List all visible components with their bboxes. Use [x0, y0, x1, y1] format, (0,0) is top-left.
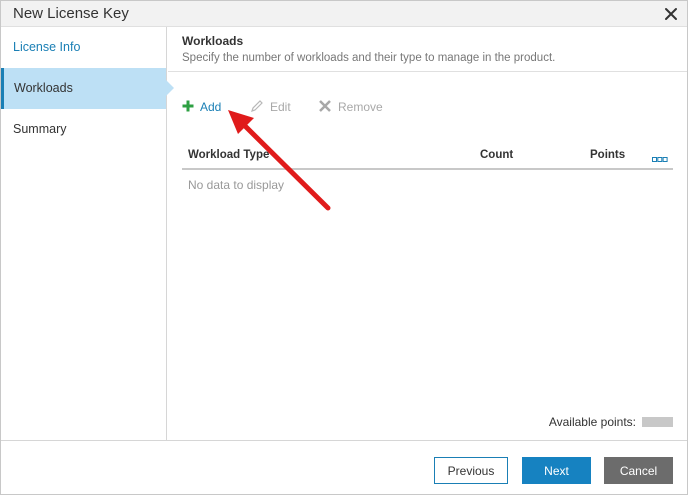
panel-header: Workloads Specify the number of workload… — [168, 27, 687, 72]
cancel-button[interactable]: Cancel — [604, 457, 673, 484]
column-points[interactable]: Points — [590, 149, 625, 161]
wizard-sidebar: License Info Workloads Summary — [1, 27, 174, 440]
column-workload-type[interactable]: Workload Type — [188, 149, 269, 161]
previous-button[interactable]: Previous — [434, 457, 508, 484]
sidebar-item-workloads[interactable]: Workloads — [1, 68, 174, 109]
sidebar-item-summary[interactable]: Summary — [1, 109, 166, 150]
edit-button[interactable]: Edit — [250, 97, 291, 117]
remove-label: Remove — [338, 100, 383, 114]
new-license-key-dialog: New License Key License Info Workloads S… — [0, 0, 688, 495]
x-icon — [318, 99, 332, 116]
redacted-value — [642, 417, 673, 427]
add-button[interactable]: Add — [182, 97, 221, 117]
column-chooser-icon[interactable] — [652, 151, 668, 162]
dialog-titlebar: New License Key — [1, 1, 687, 27]
sidebar-item-label: License Info — [13, 40, 81, 54]
available-points: Available points: — [549, 415, 673, 429]
panel-subtitle: Specify the number of workloads and thei… — [182, 52, 556, 64]
sidebar-item-label: Summary — [13, 122, 67, 136]
available-points-label: Available points: — [548, 415, 636, 429]
workloads-grid-header: Workload Type Count Points — [182, 135, 673, 170]
dialog-title: New License Key — [13, 5, 129, 22]
close-icon[interactable] — [661, 4, 681, 24]
next-button[interactable]: Next — [522, 457, 591, 484]
workloads-panel: Workloads Specify the number of workload… — [168, 27, 687, 440]
sidebar-item-license-info[interactable]: License Info — [1, 27, 166, 68]
grid-toolbar: Add Edit Remove — [182, 97, 682, 117]
pencil-icon — [250, 99, 264, 116]
panel-title: Workloads — [182, 34, 244, 48]
edit-label: Edit — [270, 100, 291, 114]
sidebar-item-label: Workloads — [14, 81, 73, 95]
plus-icon — [182, 100, 194, 115]
dialog-footer: Previous Next Cancel — [1, 440, 687, 494]
remove-button[interactable]: Remove — [318, 97, 383, 117]
column-count[interactable]: Count — [480, 149, 513, 161]
grid-empty-message: No data to display — [188, 178, 285, 192]
add-label: Add — [200, 100, 222, 114]
